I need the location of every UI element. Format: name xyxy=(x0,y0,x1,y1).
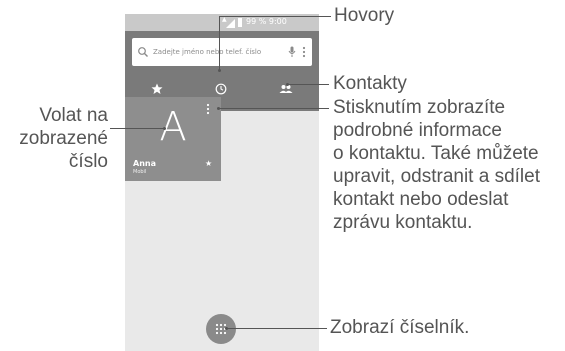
callout-hovory: Hovory xyxy=(334,5,395,26)
callout-line-dialpad xyxy=(226,328,327,329)
callout-detail-line: podrobné informace xyxy=(333,120,502,141)
search-bar[interactable]: Zadejte jméno nebo telef. číslo xyxy=(132,38,312,66)
callout-detail-line: upravit, odstranit a sdílet xyxy=(333,166,540,187)
callout-line-kontakty xyxy=(287,84,329,85)
clock-icon xyxy=(215,83,227,95)
callout-dot-dialpad xyxy=(225,327,228,330)
callout-call-number-line: zobrazené xyxy=(19,128,108,149)
star-icon xyxy=(151,83,163,94)
search-input[interactable]: Zadejte jméno nebo telef. číslo xyxy=(153,47,261,57)
callout-call-number: Volat na zobrazené číslo xyxy=(19,104,108,173)
callout-line-hovory-v xyxy=(219,16,220,70)
callout-dialpad: Zobrazí číselník. xyxy=(330,317,470,338)
callout-dot-kontakty xyxy=(286,83,289,86)
contact-name: Anna xyxy=(133,159,156,168)
callout-detail-line: kontakt nebo odeslat xyxy=(333,189,509,210)
callout-line-hovory-h xyxy=(219,16,331,17)
contact-more-icon[interactable] xyxy=(206,103,210,115)
callout-call-number-line: číslo xyxy=(68,151,108,172)
search-icon[interactable] xyxy=(137,46,149,58)
callout-detail: Stisknutím zobrazíte podrobné informace … xyxy=(333,96,540,234)
status-text: 99 % 9:00 xyxy=(246,17,287,26)
phone-screen: ▲ 99 % 9:00 Zadejte jméno nebo telef. čí… xyxy=(125,14,319,351)
dialpad-button[interactable] xyxy=(206,314,236,344)
contact-number-type: Mobil xyxy=(133,169,147,175)
favorite-star-icon: ★ xyxy=(205,159,213,168)
signal-icon xyxy=(226,19,235,28)
contact-card[interactable]: A Anna Mobil ★ xyxy=(125,97,221,181)
tab-contacts[interactable] xyxy=(253,71,317,111)
callout-detail-line: o kontaktu. Také můžete xyxy=(333,143,539,164)
callout-kontakty: Kontakty xyxy=(333,73,407,94)
callout-detail-line: zprávu kontaktu. xyxy=(333,212,473,233)
battery-icon xyxy=(238,18,242,27)
mic-icon[interactable] xyxy=(288,46,296,58)
callout-detail-line: Stisknutím zobrazíte xyxy=(333,97,506,118)
more-options-icon[interactable] xyxy=(302,46,306,58)
callout-line-call-number xyxy=(110,128,164,129)
callout-dot-detail xyxy=(217,107,220,110)
callout-call-number-line: Volat na xyxy=(39,105,108,126)
callout-dot-call-number xyxy=(163,127,166,130)
callout-dot-hovory xyxy=(218,69,221,72)
callout-line-detail xyxy=(218,108,329,109)
